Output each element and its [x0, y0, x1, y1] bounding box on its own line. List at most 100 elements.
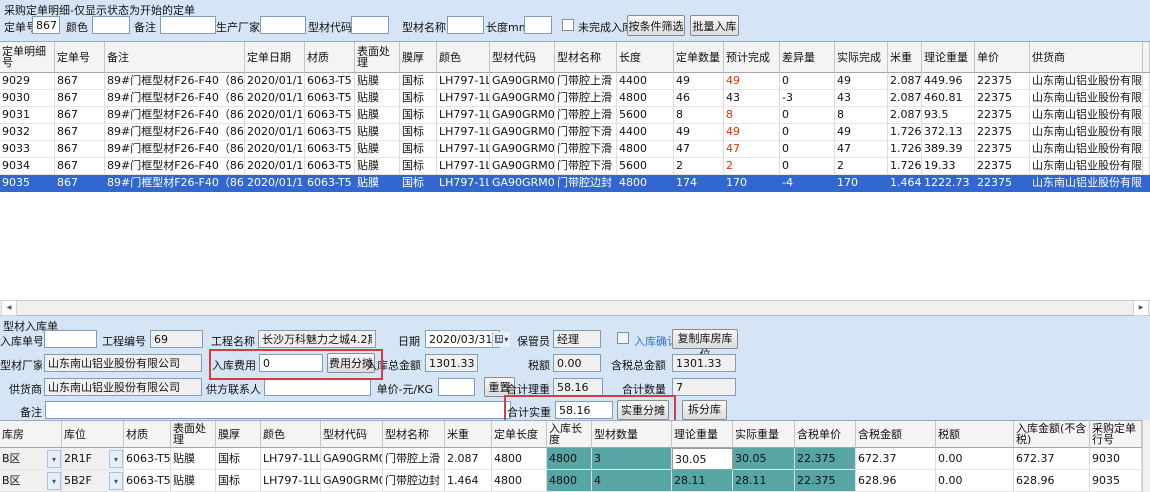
column-header[interactable]: 实际重量 — [733, 421, 795, 448]
column-header[interactable]: 入库金额(不含税) — [1014, 421, 1090, 448]
unfinished-checkbox[interactable] — [562, 19, 574, 31]
table-cell: 49 — [835, 73, 888, 90]
order-row[interactable]: 903286789#门框型材F26-F40（866+867）2020/01/13… — [0, 124, 1150, 141]
keeper-input[interactable] — [553, 330, 601, 348]
table-cell: 山东南山铝业股份有限公司 — [1030, 124, 1143, 141]
color-filter-input[interactable] — [92, 16, 130, 34]
combo-arrow-icon[interactable]: ▾ — [47, 472, 61, 490]
column-header[interactable]: 型材代码 — [490, 42, 555, 73]
fee-input[interactable] — [259, 354, 323, 372]
column-header[interactable]: 型材数量 — [592, 421, 672, 448]
column-header[interactable]: 米重 — [888, 42, 922, 73]
project-name-input[interactable] — [258, 330, 376, 348]
column-header[interactable]: 米重 — [445, 421, 492, 448]
column-header[interactable]: 库房 — [0, 421, 62, 448]
unit-price-input[interactable] — [438, 378, 475, 396]
column-header[interactable]: 含税金额 — [856, 421, 936, 448]
combo-arrow-icon[interactable]: ▾ — [47, 450, 61, 468]
order-no-filter-input[interactable] — [32, 16, 60, 34]
column-header[interactable]: 型材名称 — [555, 42, 617, 73]
project-no-input[interactable] — [150, 330, 203, 348]
column-header[interactable]: 定单日期 — [245, 42, 305, 73]
column-header[interactable]: 理论重量 — [922, 42, 975, 73]
column-header[interactable]: 表面处理 — [171, 421, 216, 448]
column-header[interactable]: 颜色 — [437, 42, 490, 73]
scroll-left-arrow-icon[interactable]: ◀ — [1, 300, 17, 316]
stock-row[interactable]: B区▾2R1F▾6063-T5贴膜国标LH797-1LL0GA90GRM03门带… — [0, 448, 1142, 470]
column-header[interactable]: 备注 — [105, 42, 245, 73]
copy-location-button[interactable]: 复制库房库位 — [672, 329, 738, 349]
column-header[interactable]: 表面处理 — [355, 42, 400, 73]
column-header[interactable] — [1143, 42, 1150, 73]
calendar-dropdown-icon[interactable]: ▾ — [492, 332, 510, 347]
total-qty-input[interactable] — [672, 378, 736, 396]
column-header[interactable]: 定单号 — [55, 42, 105, 73]
profile-name-filter-input[interactable] — [447, 16, 484, 34]
table-cell — [1143, 107, 1150, 124]
order-row[interactable]: 903086789#门框型材F26-F40（866+867）2020/01/13… — [0, 90, 1150, 107]
combo-arrow-icon[interactable]: ▾ — [109, 450, 123, 468]
vertical-scrollbar[interactable] — [1142, 420, 1150, 492]
column-header[interactable]: 膜厚 — [216, 421, 261, 448]
column-header[interactable]: 材质 — [305, 42, 355, 73]
horizontal-scrollbar[interactable] — [0, 300, 1150, 316]
column-header[interactable]: 理论重量 — [672, 421, 733, 448]
total-theory-weight-input[interactable] — [553, 378, 603, 396]
order-row[interactable]: 903186789#门框型材F26-F40（866+867）2020/01/13… — [0, 107, 1150, 124]
stock-row[interactable]: B区▾5B2F▾6063-T5贴膜国标LH797-1LL0GA90GRM05门带… — [0, 470, 1142, 492]
column-header[interactable]: 定单数量 — [674, 42, 724, 73]
column-header[interactable]: 定单明细号 — [0, 42, 55, 73]
column-header[interactable]: 长度 — [617, 42, 674, 73]
split-location-button[interactable]: 拆分库位 — [682, 400, 727, 420]
column-header[interactable]: 库位 — [62, 421, 124, 448]
table-cell: GA90GRM05 — [490, 175, 555, 192]
remark-filter-input[interactable] — [160, 16, 216, 34]
column-header[interactable]: 单价 — [975, 42, 1030, 73]
table-cell: 6063-T5 — [124, 470, 171, 492]
column-header[interactable]: 入库长度 — [547, 421, 592, 448]
unfinished-checkbox-label: 未完成入库 — [578, 19, 633, 35]
column-header[interactable]: 采购定单行号 — [1090, 421, 1142, 448]
column-header[interactable]: 供货商 — [1030, 42, 1143, 73]
profile-code-filter-input[interactable] — [351, 16, 389, 34]
weight-split-button[interactable]: 实重分摊 — [617, 400, 669, 420]
remark-input[interactable] — [45, 401, 511, 419]
date-field[interactable]: 2020/03/31 ▾ — [425, 330, 500, 348]
total-amount-input[interactable] — [425, 354, 478, 372]
table-cell: 门带腔上滑 — [555, 107, 617, 124]
table-cell: 6063-T5 — [305, 158, 355, 175]
inbound-no-input[interactable] — [44, 330, 97, 348]
column-header[interactable]: 型材名称 — [383, 421, 445, 448]
column-header[interactable]: 预计完成 — [724, 42, 780, 73]
table-cell: 93.5 — [922, 107, 975, 124]
column-header[interactable]: 税额 — [936, 421, 1014, 448]
column-header[interactable]: 颜色 — [261, 421, 321, 448]
column-header[interactable]: 定单长度 — [492, 421, 547, 448]
combo-arrow-icon[interactable]: ▾ — [109, 472, 123, 490]
order-row[interactable]: 902986789#门框型材F26-F40（866+867）2020/01/13… — [0, 73, 1150, 90]
tax-input[interactable] — [553, 354, 601, 372]
manufacturer-filter-input[interactable] — [260, 16, 306, 34]
length-filter-input[interactable] — [524, 16, 552, 34]
order-row[interactable]: 903586789#门框型材F26-F40（866+867）2020/01/13… — [0, 175, 1150, 192]
supplier-input[interactable] — [44, 378, 202, 396]
inbound-confirm-checkbox[interactable] — [617, 332, 629, 344]
filter-by-condition-button[interactable]: 按条件筛选 — [627, 15, 685, 36]
order-row[interactable]: 903486789#门框型材F26-F40（866+867）2020/01/13… — [0, 158, 1150, 175]
total-with-tax-input[interactable] — [672, 354, 736, 372]
batch-inbound-button[interactable]: 批量入库 — [690, 15, 739, 36]
column-header[interactable]: 含税单价 — [795, 421, 856, 448]
column-header[interactable]: 膜厚 — [400, 42, 437, 73]
manufacturer-input[interactable] — [44, 354, 202, 372]
table-cell — [1143, 158, 1150, 175]
date-label: 日期 — [392, 333, 420, 349]
column-header[interactable]: 实际完成 — [835, 42, 888, 73]
contact-input[interactable] — [264, 378, 371, 396]
column-header[interactable]: 型材代码 — [321, 421, 383, 448]
scroll-right-arrow-icon[interactable]: ▶ — [1133, 300, 1149, 316]
order-row[interactable]: 903386789#门框型材F26-F40（866+867）2020/01/13… — [0, 141, 1150, 158]
column-header[interactable]: 差异量 — [780, 42, 835, 73]
column-header[interactable]: 材质 — [124, 421, 171, 448]
table-cell: 1222.73 — [922, 175, 975, 192]
total-actual-weight-input[interactable] — [555, 401, 613, 419]
